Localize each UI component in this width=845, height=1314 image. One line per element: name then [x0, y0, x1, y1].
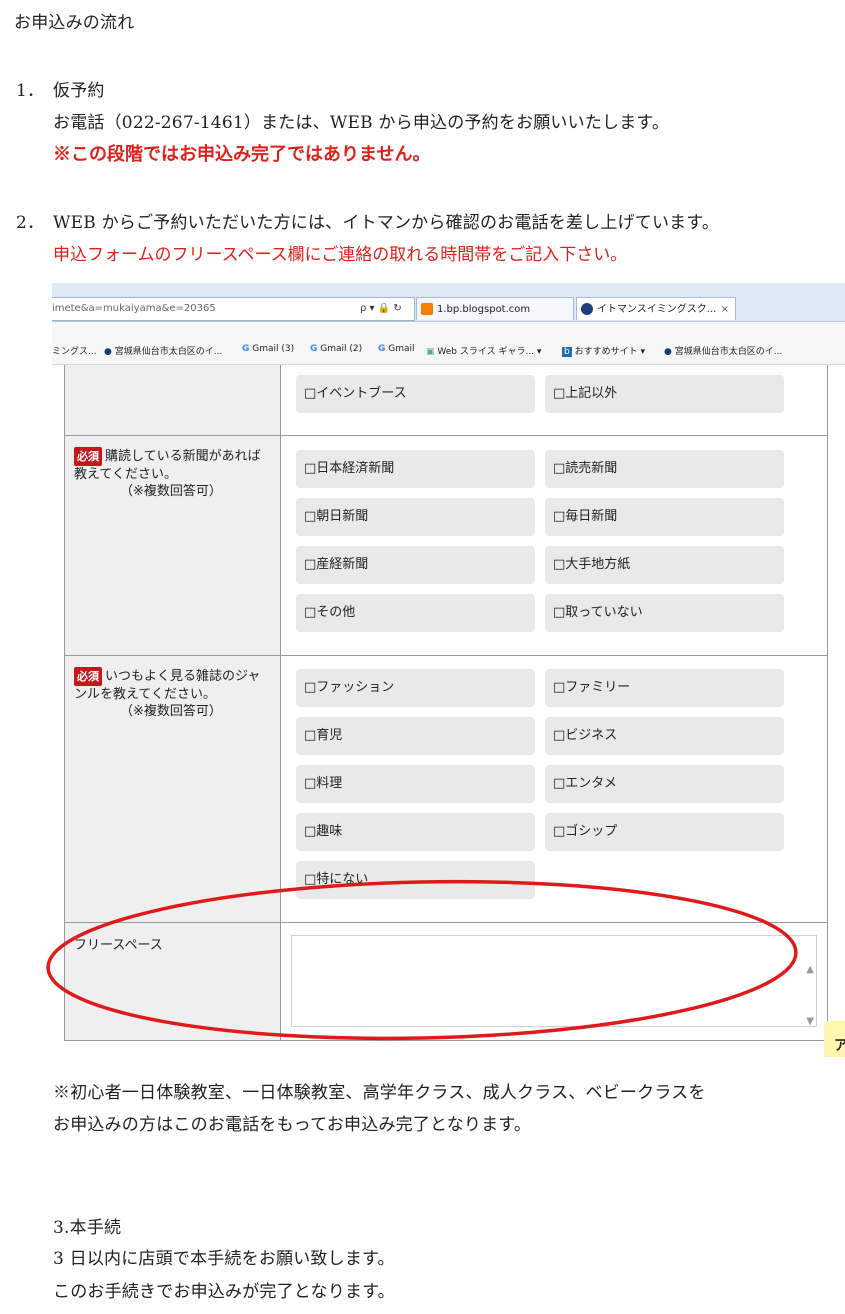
bookmark-item[interactable]: G Gmail: [378, 344, 415, 354]
checkbox-option[interactable]: □上記以外: [545, 375, 784, 413]
newspaper-question-label: 必須 購読している新聞があれば教えてください。 （※複数回答可）: [74, 447, 264, 500]
checkbox-option[interactable]: □朝日新聞: [296, 498, 535, 536]
checkbox-option[interactable]: □毎日新聞: [545, 498, 784, 536]
bookmark-label: 宮城県仙台市太白区のイ...: [674, 347, 783, 357]
address-url: imete&a=mukaiyama&e=20365: [52, 303, 216, 314]
checkbox-option[interactable]: □趣味: [296, 813, 535, 851]
close-icon[interactable]: ×: [721, 298, 729, 321]
itoman-logo-icon: [581, 303, 593, 315]
completion-note-line2: お申込みの方はこのお電話をもってお申込み完了となります。: [53, 1115, 532, 1135]
tab-itoman-label: イトマンスイミングスク...: [597, 304, 717, 315]
step3-line2: このお手続きでお申込みが完了となります。: [53, 1282, 395, 1302]
address-bar-icons: ρ ▾ 🔒 ↻: [360, 303, 402, 314]
checkbox-option[interactable]: □育児: [296, 717, 535, 755]
question-note: （※複数回答可）: [120, 704, 222, 719]
bookmark-label: Gmail (2): [320, 344, 363, 354]
row-divider: [64, 655, 828, 656]
itoman-logo-icon: ●: [664, 347, 672, 357]
bookmark-label: Gmail (3): [252, 344, 295, 354]
step1-description: お電話（022-267-1461）または、WEB から申込の予約をお願いいたしま…: [53, 113, 670, 133]
row-divider: [64, 435, 828, 436]
bing-icon: b: [562, 347, 572, 357]
checkbox-option[interactable]: □大手地方紙: [545, 546, 784, 584]
step2-description: WEB からご予約いただいた方には、イトマンから確認のお電話を差し上げています。: [53, 213, 720, 233]
browser-address-row: imete&a=mukaiyama&e=20365 ρ ▾ 🔒 ↻ 1.bp.b…: [52, 283, 845, 322]
bookmark-item[interactable]: b おすすめサイト ▾: [562, 344, 645, 357]
step2-note: 申込フォームのフリースペース欄にご連絡の取れる時間帯をご記入下さい。: [53, 245, 628, 265]
side-tab[interactable]: ア: [824, 1021, 845, 1057]
required-badge: 必須: [74, 667, 102, 686]
tab-blogspot-label: 1.bp.blogspot.com: [437, 304, 531, 315]
checkbox-option[interactable]: □ゴシップ: [545, 813, 784, 851]
required-badge: 必須: [74, 447, 102, 466]
google-icon: G: [310, 344, 318, 354]
itoman-logo-icon: ●: [104, 347, 112, 357]
annotation-ellipse-stroke: [46, 879, 798, 1041]
page-heading: お申込みの流れ: [14, 13, 135, 33]
browser-tab-itoman[interactable]: イトマンスイミングスク... ×: [576, 297, 736, 320]
checkbox-option[interactable]: □イベントブース: [296, 375, 535, 413]
bookmark-label: 宮城県仙台市太白区のイ...: [114, 347, 223, 357]
bookmark-item[interactable]: G Gmail (2): [310, 344, 362, 354]
bookmark-item[interactable]: G Gmail (3): [242, 344, 294, 354]
bookmark-label: Web スライス ギャラ... ▾: [437, 347, 542, 357]
step3-title: 3.本手続: [53, 1218, 122, 1238]
checkbox-option[interactable]: □エンタメ: [545, 765, 784, 803]
bookmarks-bar: ミングス... ● 宮城県仙台市太白区のイ... G Gmail (3) G G…: [52, 322, 845, 365]
checkbox-option[interactable]: □ファッション: [296, 669, 535, 707]
step1-title: 仮予約: [53, 81, 105, 101]
bookmark-label: Gmail: [388, 344, 415, 354]
checkbox-option[interactable]: □取っていない: [545, 594, 784, 632]
address-bar[interactable]: imete&a=mukaiyama&e=20365 ρ ▾ 🔒 ↻: [52, 297, 415, 321]
step3-line1: 3 日以内に店頭で本手続をお願い致します。: [53, 1249, 395, 1269]
magazine-question-label: 必須 いつもよく見る雑誌のジャンルを教えてください。 （※複数回答可）: [74, 667, 264, 720]
browser-tab-blogspot[interactable]: 1.bp.blogspot.com: [416, 297, 574, 320]
bookmark-item[interactable]: ▣ Web スライス ギャラ... ▾: [426, 344, 541, 357]
checkbox-option[interactable]: □日本経済新聞: [296, 450, 535, 488]
google-icon: G: [378, 344, 386, 354]
checkbox-option[interactable]: □ビジネス: [545, 717, 784, 755]
checkbox-option[interactable]: □料理: [296, 765, 535, 803]
step1-number: 1．: [16, 81, 45, 101]
annotation-ellipse: [46, 879, 798, 1041]
completion-note-line1: ※初心者一日体験教室、一日体験教室、高学年クラス、成人クラス、ベビークラスを: [53, 1083, 706, 1103]
form-right-border: [827, 365, 828, 1041]
bookmark-item[interactable]: ● 宮城県仙台市太白区のイ...: [664, 344, 782, 357]
blogger-icon: [421, 303, 433, 315]
web-slice-icon: ▣: [426, 347, 435, 357]
checkbox-option[interactable]: □産経新聞: [296, 546, 535, 584]
bookmark-label: おすすめサイト ▾: [574, 347, 645, 357]
checkbox-option[interactable]: □読売新聞: [545, 450, 784, 488]
bookmark-item[interactable]: ミングス...: [52, 344, 97, 357]
google-icon: G: [242, 344, 250, 354]
bookmark-item[interactable]: ● 宮城県仙台市太白区のイ...: [104, 344, 222, 357]
checkbox-option[interactable]: □ファミリー: [545, 669, 784, 707]
step1-warning: ※この段階ではお申込み完了ではありません。: [53, 144, 431, 165]
checkbox-option[interactable]: □その他: [296, 594, 535, 632]
step2-number: 2．: [16, 213, 45, 233]
question-note: （※複数回答可）: [120, 484, 222, 499]
